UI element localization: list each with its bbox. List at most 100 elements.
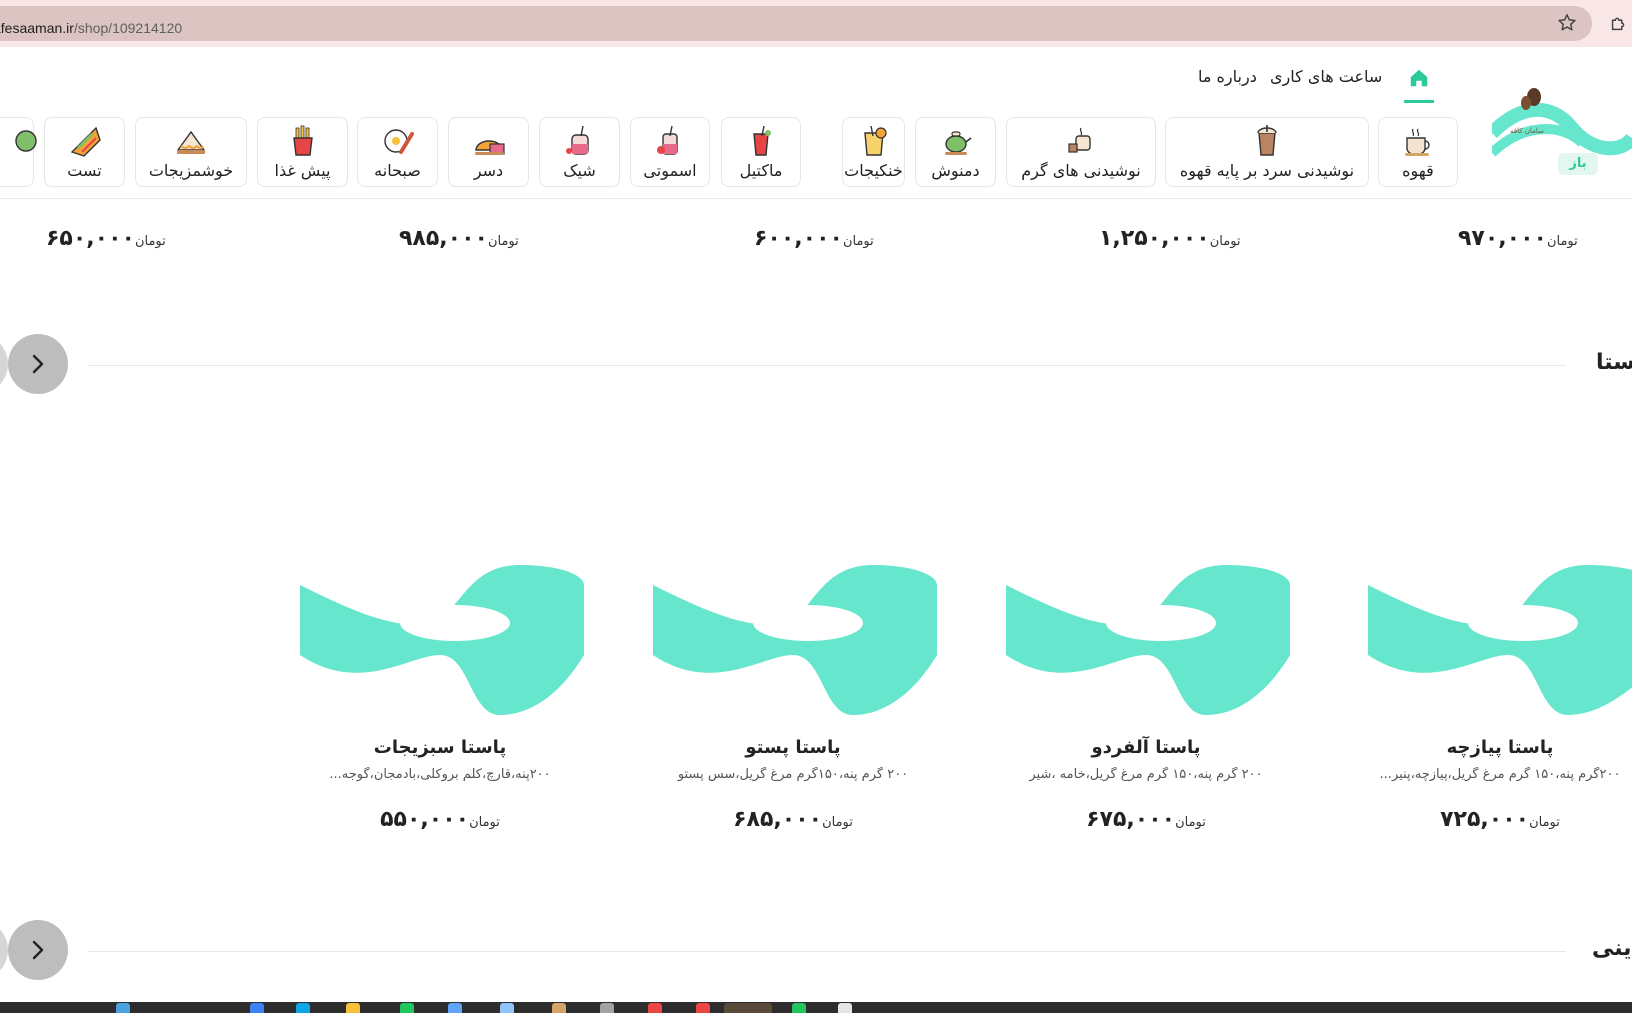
currency-label: تومان bbox=[1529, 815, 1560, 830]
product-card[interactable]: پاستا پیازچه ۲۰۰گرم پنه،۱۵۰ گرم مرغ گریل… bbox=[1350, 545, 1632, 855]
category-toast[interactable]: تست bbox=[44, 117, 125, 187]
taskbar-app-icon[interactable] bbox=[696, 1003, 710, 1013]
iced-coffee-icon bbox=[1257, 125, 1277, 156]
taskbar-app-icon[interactable] bbox=[600, 1003, 614, 1013]
currency-label: تومان bbox=[1546, 234, 1578, 249]
taskbar-app-icon[interactable] bbox=[500, 1003, 514, 1013]
home-link[interactable] bbox=[1404, 63, 1434, 103]
home-icon bbox=[1410, 69, 1428, 87]
url-text[interactable]: cafesaaman.ir/shop/109214120 bbox=[0, 20, 182, 36]
nav-about-us[interactable]: درباره ما bbox=[1198, 67, 1257, 86]
category-mocktail[interactable]: ماکتیل bbox=[721, 117, 801, 187]
product-name: پاستا آلفردو bbox=[1091, 737, 1201, 758]
taskbar-app-icon[interactable] bbox=[116, 1003, 130, 1013]
category-breakfast[interactable]: صبحانه bbox=[357, 117, 438, 187]
product-description: ۲۰۰ گرم پنه،۱۵۰گرم مرغ گریل،سس پستو bbox=[677, 767, 909, 782]
product-name: پاستا سبزیجات bbox=[373, 737, 507, 758]
category-appetizer[interactable]: پیش غذا bbox=[257, 117, 348, 187]
product-price: تومان۹۷۰,۰۰۰ bbox=[1458, 226, 1578, 251]
taskbar-app-icon[interactable] bbox=[250, 1003, 264, 1013]
url-path: /shop/109214120 bbox=[73, 20, 183, 36]
carousel-next-button[interactable] bbox=[8, 334, 68, 394]
taskbar-app-icon[interactable] bbox=[838, 1003, 852, 1013]
taskbar-app-icon[interactable] bbox=[296, 1003, 310, 1013]
product-placeholder-image bbox=[1006, 565, 1290, 715]
price-amount: ۶۰۰,۰۰۰ bbox=[754, 226, 843, 251]
carousel-prev-button[interactable] bbox=[0, 920, 8, 980]
category-cold-coffee[interactable]: نوشیدنی سرد بر پایه قهوه bbox=[1165, 117, 1369, 187]
product-card[interactable]: پاستا سبزیجات ۲۰۰پنه،قارچ،کلم بروکلی،باد… bbox=[290, 545, 590, 855]
section-title-next: ینی bbox=[1592, 936, 1632, 961]
price-amount: ۹۸۵,۰۰۰ bbox=[399, 226, 488, 251]
hot-drink-icon bbox=[1068, 127, 1091, 153]
product-price: تومان۷۲۵,۰۰۰ bbox=[1350, 807, 1632, 832]
product-placeholder-image bbox=[1368, 565, 1632, 715]
category-dessert[interactable]: دسر bbox=[448, 117, 529, 187]
product-price: تومان۶۵۰,۰۰۰ bbox=[46, 226, 166, 251]
carousel-next-button[interactable] bbox=[8, 920, 68, 980]
category-label: خنکیجات bbox=[844, 161, 903, 180]
address-bar[interactable]: cafesaaman.ir/shop/109214120 bbox=[0, 6, 1592, 41]
chevron-right-icon bbox=[32, 354, 44, 374]
currency-label: تومان bbox=[134, 234, 166, 249]
currency-label: تومان bbox=[842, 234, 874, 249]
taskbar-app-icon[interactable] bbox=[346, 1003, 360, 1013]
category-cold-drinks[interactable]: خنکیجات bbox=[842, 117, 905, 187]
category-smoothie[interactable]: اسموتی bbox=[630, 117, 710, 187]
product-price: تومان۹۸۵,۰۰۰ bbox=[399, 226, 519, 251]
partial-icon bbox=[15, 130, 37, 152]
category-label: قهوه bbox=[1402, 161, 1434, 180]
carousel-prev-button[interactable] bbox=[0, 334, 8, 394]
site-header: سامان کافه باز ساعت های کاری درباره ما ق… bbox=[0, 47, 1632, 199]
category-label: دسر bbox=[473, 161, 504, 180]
url-host: cafesaaman.ir bbox=[0, 20, 74, 36]
section-divider bbox=[88, 951, 1566, 952]
product-price: تومان۱,۲۵۰,۰۰۰ bbox=[1099, 226, 1241, 251]
product-name: پاستا پیازچه bbox=[1446, 737, 1554, 758]
category-snacks[interactable]: خوشمزیجات bbox=[135, 117, 247, 187]
breakfast-icon bbox=[383, 129, 414, 154]
price-amount: ۶۷۵,۰۰۰ bbox=[1086, 807, 1176, 832]
fries-icon bbox=[292, 125, 313, 156]
mocktail-icon bbox=[753, 125, 771, 156]
price-amount: ۵۵۰,۰۰۰ bbox=[380, 807, 470, 832]
os-taskbar bbox=[0, 1002, 1632, 1013]
toast-icon bbox=[70, 126, 101, 157]
taskbar-app-icon[interactable] bbox=[400, 1003, 414, 1013]
bookmark-star-icon[interactable] bbox=[1556, 12, 1578, 34]
product-name: پاستا پستو bbox=[745, 737, 841, 758]
price-amount: ۷۲۵,۰۰۰ bbox=[1440, 807, 1530, 832]
category-partial[interactable]: س bbox=[0, 117, 37, 187]
category-label: تست bbox=[67, 161, 102, 180]
category-shake[interactable]: شیک bbox=[539, 117, 620, 187]
category-label: اسموتی bbox=[643, 161, 697, 180]
category-hot-drinks[interactable]: نوشیدنی های گرم bbox=[1006, 117, 1156, 187]
shake-icon bbox=[565, 125, 589, 155]
category-label: صبحانه bbox=[374, 161, 421, 180]
taskbar-active-app[interactable] bbox=[724, 1003, 772, 1013]
category-label: پیش غذا bbox=[274, 161, 331, 180]
category-label: س bbox=[0, 161, 33, 180]
category-label: نوشیدنی سرد بر پایه قهوه bbox=[1179, 161, 1355, 180]
nav-working-hours[interactable]: ساعت های کاری bbox=[1270, 67, 1382, 86]
cake-icon bbox=[176, 130, 206, 154]
taskbar-app-icon[interactable] bbox=[648, 1003, 662, 1013]
product-card[interactable]: پاستا پستو ۲۰۰ گرم پنه،۱۵۰گرم مرغ گریل،س… bbox=[643, 545, 943, 855]
category-coffee[interactable]: قهوه bbox=[1378, 117, 1458, 187]
product-description: ۲۰۰پنه،قارچ،کلم بروکلی،بادمجان،گوجه... bbox=[329, 767, 551, 782]
taskbar-app-icon[interactable] bbox=[552, 1003, 566, 1013]
taskbar-app-icon[interactable] bbox=[448, 1003, 462, 1013]
category-label: نوشیدنی های گرم bbox=[1021, 161, 1141, 180]
extensions-puzzle-icon[interactable] bbox=[1608, 12, 1630, 34]
category-herbal-tea[interactable]: دمنوش bbox=[915, 117, 996, 187]
currency-label: تومان bbox=[487, 234, 519, 249]
price-amount: ۶۸۵,۰۰۰ bbox=[733, 807, 823, 832]
chevron-right-icon bbox=[32, 940, 44, 960]
currency-label: تومان bbox=[822, 815, 853, 830]
product-description: ۲۰۰گرم پنه،۱۵۰ گرم مرغ گریل،پیازچه،پنیر.… bbox=[1379, 767, 1621, 782]
price-amount: ۹۷۰,۰۰۰ bbox=[1458, 226, 1547, 251]
currency-label: تومان bbox=[1175, 815, 1206, 830]
product-card[interactable]: پاستا آلفردو ۲۰۰ گرم پنه،۱۵۰ گرم مرغ گری… bbox=[996, 545, 1296, 855]
product-placeholder-image bbox=[653, 565, 937, 715]
taskbar-app-icon[interactable] bbox=[792, 1003, 806, 1013]
